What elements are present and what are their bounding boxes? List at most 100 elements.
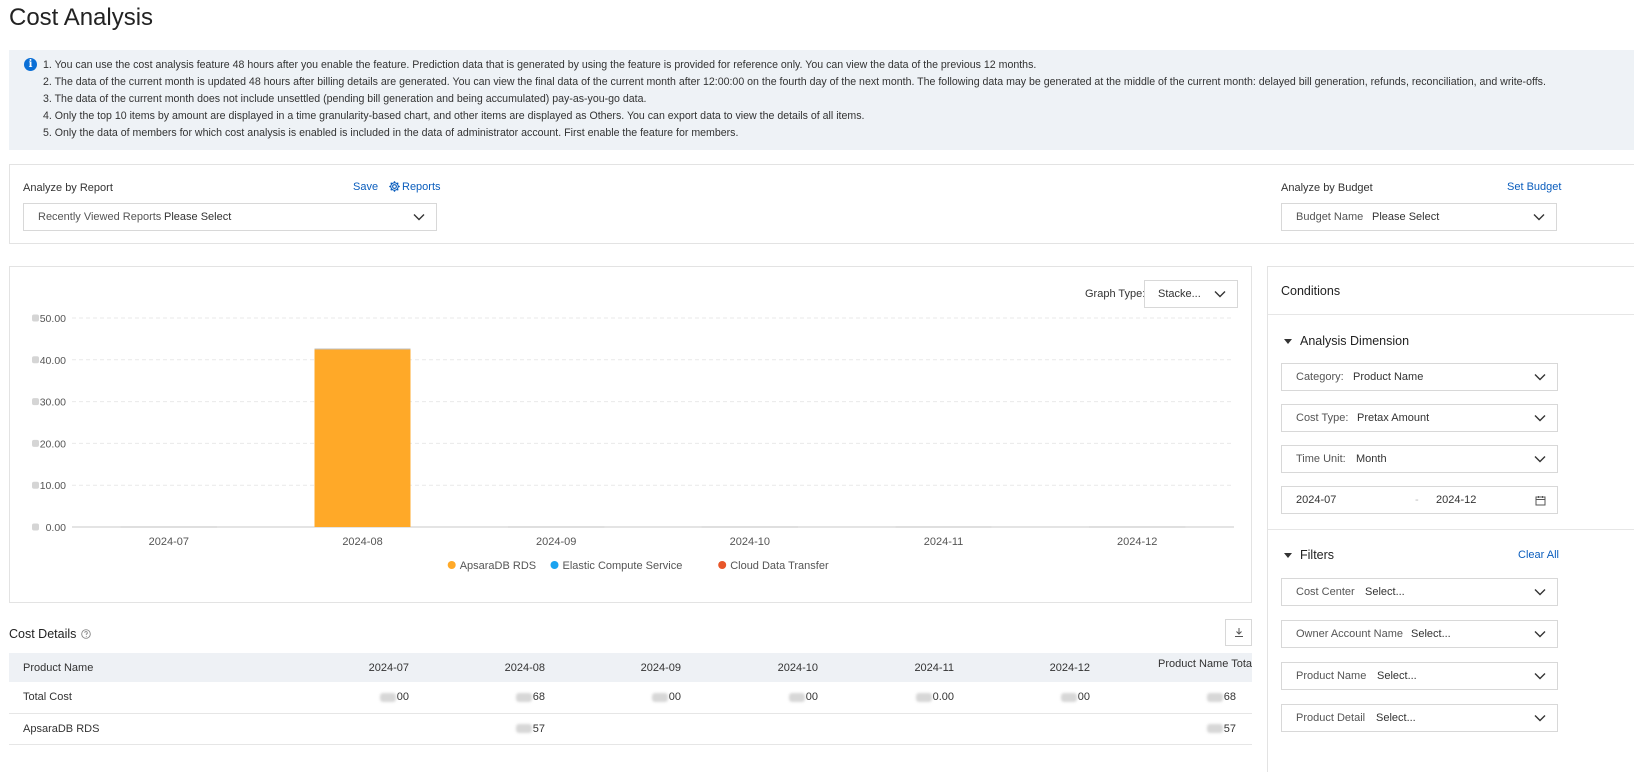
chevron-down-icon xyxy=(1534,715,1546,722)
help-icon[interactable] xyxy=(81,629,92,639)
y-tick-label: 10.00 xyxy=(40,480,66,492)
info-icon: i xyxy=(24,58,37,71)
budget-name-select[interactable]: Budget Name Please Select xyxy=(1281,203,1557,231)
y-tick-label: 40.00 xyxy=(40,355,66,367)
legend-label: ApsaraDB RDS xyxy=(460,560,536,572)
cost-center-filter[interactable]: Cost Center Select... xyxy=(1281,578,1558,606)
cost-type-value: Pretax Amount xyxy=(1357,412,1430,424)
masked-currency xyxy=(32,314,39,322)
filter-label: Owner Account Name xyxy=(1296,628,1403,640)
owner-account-filter[interactable]: Owner Account Name Select... xyxy=(1281,620,1558,648)
x-tick-label: 2024-07 xyxy=(149,536,189,548)
y-tick-label: 50.00 xyxy=(40,313,66,325)
cost-details-heading: Cost Details xyxy=(9,627,92,641)
chevron-down-icon xyxy=(1534,456,1546,463)
caret-down-icon xyxy=(1284,339,1292,344)
y-tick-label: 0.00 xyxy=(46,522,67,534)
column-header[interactable]: 2024-11 xyxy=(834,653,970,682)
recent-reports-value: Please Select xyxy=(164,211,232,223)
conditions-panel: Conditions Analysis Dimension Category: … xyxy=(1267,266,1634,772)
filter-value: Select... xyxy=(1411,628,1451,640)
cell-value: 00 xyxy=(668,691,681,704)
table-header-row: Product Name 2024-07 2024-08 2024-09 202… xyxy=(9,653,1252,682)
download-icon xyxy=(1235,628,1243,637)
masked-currency xyxy=(32,481,39,489)
chevron-down-icon xyxy=(413,214,425,221)
reports-label: Reports xyxy=(402,180,441,193)
masked-digits xyxy=(1206,724,1223,734)
date-range-picker[interactable]: 2024-07 - 2024-12 xyxy=(1281,486,1558,514)
notice-line: 3. The data of the current month does no… xyxy=(43,93,647,105)
cost-type-select[interactable]: Cost Type: Pretax Amount xyxy=(1281,404,1558,432)
filter-value: Select... xyxy=(1365,586,1405,598)
x-tick-label: 2024-12 xyxy=(1117,536,1157,548)
filter-value: Select... xyxy=(1376,712,1416,724)
range-end[interactable]: 2024-12 xyxy=(1436,494,1476,506)
clear-all-link[interactable]: Clear All xyxy=(1518,549,1559,561)
page-title: Cost Analysis xyxy=(9,4,154,31)
conditions-title: Conditions xyxy=(1281,284,1341,298)
column-header[interactable]: 2024-07 xyxy=(289,653,425,682)
cost-type-label: Cost Type: xyxy=(1296,412,1349,424)
analysis-dimension-toggle[interactable]: Analysis Dimension xyxy=(1284,334,1409,348)
table-cell: 00 xyxy=(697,682,834,714)
filters-toggle[interactable]: Filters xyxy=(1284,548,1334,562)
y-tick-label: 20.00 xyxy=(40,438,66,450)
report-budget-panel: Analyze by Report Save Reports Recently … xyxy=(9,164,1634,244)
chevron-down-icon xyxy=(1534,589,1546,596)
cell-value: 00 xyxy=(805,691,818,704)
masked-digits xyxy=(515,692,532,702)
table-row: ApsaraDB RDS 57 57 xyxy=(9,713,1252,745)
column-header[interactable]: 2024-10 xyxy=(697,653,834,682)
filter-label: Cost Center xyxy=(1296,586,1355,598)
notice-line: 4. Only the top 10 items by amount are d… xyxy=(43,110,865,122)
table-cell xyxy=(289,713,425,745)
reports-link[interactable]: Reports xyxy=(388,180,441,193)
category-value: Product Name xyxy=(1353,371,1424,383)
table-cell xyxy=(697,713,834,745)
set-budget-link[interactable]: Set Budget xyxy=(1507,181,1561,193)
chevron-down-icon xyxy=(1534,631,1546,638)
masked-digits xyxy=(379,692,396,702)
column-header[interactable]: 2024-08 xyxy=(425,653,561,682)
masked-digits xyxy=(788,692,805,702)
time-unit-select[interactable]: Time Unit: Month xyxy=(1281,445,1558,473)
table-cell: 00 xyxy=(970,682,1106,714)
time-unit-value: Month xyxy=(1356,453,1387,465)
category-select[interactable]: Category: Product Name xyxy=(1281,363,1558,391)
masked-digits xyxy=(1060,692,1077,702)
cost-details-table: Product Name 2024-07 2024-08 2024-09 202… xyxy=(9,653,1252,745)
cell-value: 0.00 xyxy=(932,691,954,704)
table-cell: 00 xyxy=(561,682,697,714)
filter-label: Product Detail xyxy=(1296,712,1366,724)
recent-reports-select[interactable]: Recently Viewed Reports Please Select xyxy=(23,203,437,231)
product-name-filter[interactable]: Product Name Select... xyxy=(1281,662,1558,690)
caret-down-icon xyxy=(1284,553,1292,558)
column-header[interactable]: Product Name xyxy=(9,653,289,682)
column-header[interactable]: Product Name Tota xyxy=(1106,653,1252,682)
row-label: Total Cost xyxy=(9,682,289,714)
table-cell xyxy=(561,713,697,745)
legend-swatch xyxy=(447,561,456,569)
cost-details-title: Cost Details xyxy=(9,627,77,641)
cell-value: 68 xyxy=(532,691,545,704)
range-start[interactable]: 2024-07 xyxy=(1296,494,1336,506)
column-header[interactable]: 2024-09 xyxy=(561,653,697,682)
filter-value: Select... xyxy=(1377,670,1417,682)
table-cell xyxy=(970,713,1106,745)
cell-value: 00 xyxy=(1077,691,1090,704)
product-detail-filter[interactable]: Product Detail Select... xyxy=(1281,704,1558,732)
legend-label: Elastic Compute Service xyxy=(563,560,683,572)
column-header[interactable]: 2024-12 xyxy=(970,653,1106,682)
cell-value: 57 xyxy=(532,722,545,735)
divider xyxy=(1268,314,1634,315)
cost-chart: 0.00 10.00 20.00 30.00 40.00 50.00 2024-07 2024… xyxy=(32,313,1234,572)
legend-label: Cloud Data Transfer xyxy=(730,560,829,572)
x-tick-label: 2024-08 xyxy=(342,536,382,548)
category-label: Category: xyxy=(1296,371,1344,383)
export-button[interactable] xyxy=(1225,619,1252,646)
x-tick-label: 2024-11 xyxy=(924,536,964,548)
save-link[interactable]: Save xyxy=(353,181,378,193)
masked-currency xyxy=(32,398,39,406)
table-cell: 57 xyxy=(1106,713,1252,745)
